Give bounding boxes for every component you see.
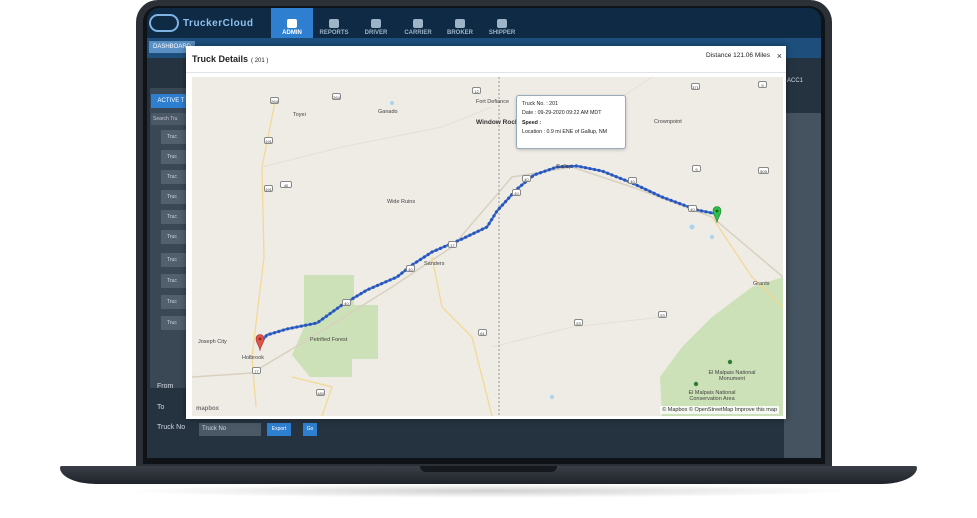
place-label: Holbrook: [242, 355, 265, 361]
popup-location: Location : 0.9 mi ENE of Gallup, NM: [522, 128, 608, 135]
water-feature: [710, 235, 714, 239]
broker-icon: [455, 19, 465, 28]
route-shield-icon: 40: [280, 181, 292, 188]
truck-search-input[interactable]: Search Tru: [151, 113, 191, 125]
place-label: Joseph City: [198, 339, 227, 345]
route-shield-icon: 264: [270, 97, 279, 104]
shipper-icon: [497, 19, 507, 28]
nav-tab-label: REPORTS: [319, 30, 349, 36]
route-shield-icon: 40: [522, 175, 531, 182]
route-shield-icon: 40: [688, 205, 697, 212]
nav-tab-broker[interactable]: BROKER: [439, 8, 481, 38]
route-shield-icon: 264: [332, 93, 341, 100]
route-shield-icon: 53: [658, 311, 667, 318]
admin-icon: [287, 19, 297, 28]
truck-no-select[interactable]: Truck No: [199, 423, 261, 436]
app-header: TruckerCloud ADMIN REPORTS DRIVER CARRIE…: [147, 8, 821, 38]
nav-tab-admin[interactable]: ADMIN: [271, 8, 313, 38]
place-label: Gallup: [556, 164, 572, 170]
nav-tab-label: BROKER: [446, 30, 473, 36]
road: [291, 376, 333, 416]
route-shield-icon: 12: [472, 87, 481, 94]
laptop-notch: [420, 466, 557, 472]
park-marker-icon: [693, 381, 699, 387]
reports-icon: [329, 19, 339, 28]
route-shield-icon: 40: [512, 189, 521, 196]
route-shield-icon: 77: [252, 367, 261, 374]
route-shield-icon: 509: [758, 167, 769, 174]
popup-truck-no: Truck No. : 201: [522, 101, 559, 107]
route-shield-icon: 180: [316, 389, 325, 396]
water-feature: [390, 101, 394, 105]
place-label: Toyei: [293, 112, 306, 118]
water-feature: [550, 395, 554, 399]
truck-number: ( 201 ): [251, 58, 269, 64]
truck-details-modal: Truck Details( 201 ) Distance 121.06 Mil…: [186, 46, 786, 419]
export-button[interactable]: Export: [267, 423, 291, 436]
place-label: Sanders: [424, 261, 445, 267]
route-shield-icon: 191: [264, 185, 273, 192]
route-shield-icon: 17: [448, 241, 457, 248]
nav-tab-label: CARRIER: [404, 30, 432, 36]
nav-tab-carrier[interactable]: CARRIER: [397, 8, 439, 38]
route-shield-icon: 9: [758, 81, 767, 88]
app-logo[interactable]: TruckerCloud: [149, 14, 253, 32]
route-shield-icon: 61: [478, 329, 487, 336]
map-attribution[interactable]: © Mapbox © OpenStreetMap Improve this ma…: [660, 406, 779, 414]
nav-tab-label: ADMIN: [282, 30, 302, 36]
place-label: Wide Ruins: [387, 199, 416, 205]
logo-text: TruckerCloud: [183, 17, 254, 29]
place-label: Window Rock: [476, 119, 519, 126]
route-map[interactable]: Toyei Ganado Fort Defiance Window Rock C…: [192, 77, 783, 416]
nav-tab-label: SHIPPER: [488, 30, 516, 36]
route-shield-icon: 191: [264, 137, 273, 144]
route-shield-icon: 371: [691, 83, 700, 90]
driver-icon: [371, 19, 381, 28]
place-label: El Malpais National Conservation Area: [688, 390, 736, 402]
route-shield-icon: 9: [692, 165, 701, 172]
active-trucks-button[interactable]: ACTIVE T: [151, 94, 191, 108]
distance-label: Distance 121.06 Miles: [706, 52, 770, 59]
truck-no-label: Truck No: [157, 424, 186, 431]
nav-tab-reports[interactable]: REPORTS: [313, 8, 355, 38]
truck-info-popup: Truck No. : 201 Date : 09-29-2020 09:22 …: [516, 95, 626, 149]
place-label: Grants: [753, 281, 770, 287]
close-icon[interactable]: ×: [777, 51, 782, 61]
carrier-icon: [413, 19, 423, 28]
go-button[interactable]: Go: [303, 423, 317, 436]
map-canvas: [192, 77, 783, 416]
place-label: El Malpais National Monument: [708, 370, 756, 382]
place-label: Crownpoint: [654, 119, 682, 125]
route-shield-icon: 53: [574, 319, 583, 326]
popup-date: Date : 09-29-2020 09:22 AM MDT: [522, 110, 602, 117]
modal-title-text: Truck Details: [192, 54, 249, 64]
modal-title: Truck Details( 201 ): [192, 54, 268, 64]
mapbox-logo[interactable]: mapbox: [196, 406, 219, 412]
place-label: Ganado: [378, 109, 398, 115]
laptop-shadow: [120, 484, 857, 498]
nav-tab-driver[interactable]: DRIVER: [355, 8, 397, 38]
main-nav: ADMIN REPORTS DRIVER CARRIER BROKER SHIP…: [271, 8, 523, 38]
background-map: [784, 113, 821, 458]
account-label: ACC1: [787, 78, 804, 84]
start-marker-icon: [255, 334, 265, 352]
nav-tab-shipper[interactable]: SHIPPER: [481, 8, 523, 38]
modal-divider: [186, 72, 786, 73]
park-marker-icon: [727, 359, 733, 365]
route-shield-icon: 40: [406, 265, 415, 272]
popup-speed: Speed :: [522, 119, 542, 126]
truck-logo-icon: [149, 14, 179, 32]
nav-tab-label: DRIVER: [364, 30, 388, 36]
place-label: Fort Defiance: [476, 99, 510, 105]
to-label: To: [157, 404, 165, 411]
route-shield-icon: 40: [342, 299, 351, 306]
route-shield-icon: 40: [628, 177, 637, 184]
place-label: Petrified Forest: [310, 337, 348, 343]
water-feature: [689, 224, 695, 230]
from-label: From: [157, 383, 174, 390]
